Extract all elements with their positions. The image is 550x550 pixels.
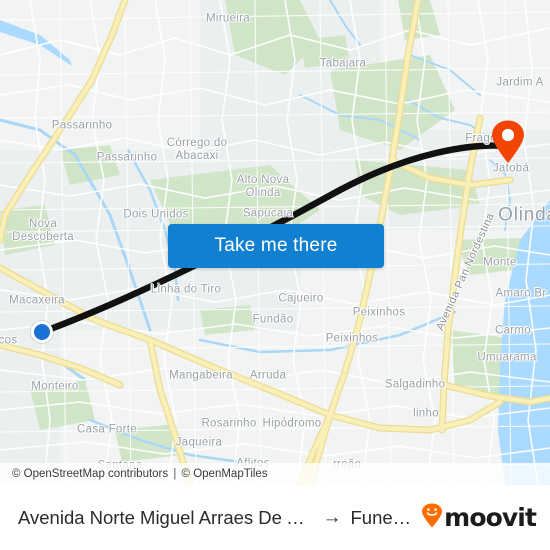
take-me-there-button[interactable]: Take me there [168,224,384,268]
moovit-trip-screen: Mirueira Passarinho Córrego do Abacaxi Taba… [0,0,550,550]
map-attribution: © OpenStreetMap contributors | © OpenMap… [0,463,550,485]
attribution-osm[interactable]: © OpenStreetMap contributors [12,468,168,480]
map-canvas[interactable]: Mirueira Passarinho Córrego do Abacaxi Taba… [0,0,550,485]
moovit-logo[interactable]: moovit [421,503,537,533]
moovit-pin-smile-icon [421,503,443,533]
moovit-wordmark: moovit [444,503,537,532]
trip-destination-label: Fune… [350,506,412,528]
attribution-separator: | [173,468,177,480]
trip-origin-label: Avenida Norte Miguel Arraes De Alencar 7… [18,506,315,528]
trip-footer: Avenida Norte Miguel Arraes De Alencar 7… [0,485,550,550]
trip-summary: Avenida Norte Miguel Arraes De Alencar 7… [18,507,411,529]
attribution-openmaptiles[interactable]: © OpenMapTiles [182,468,268,480]
origin-dot-icon[interactable] [31,321,53,343]
arrow-right-icon: → [322,506,342,528]
map-pin-icon[interactable] [491,120,525,164]
